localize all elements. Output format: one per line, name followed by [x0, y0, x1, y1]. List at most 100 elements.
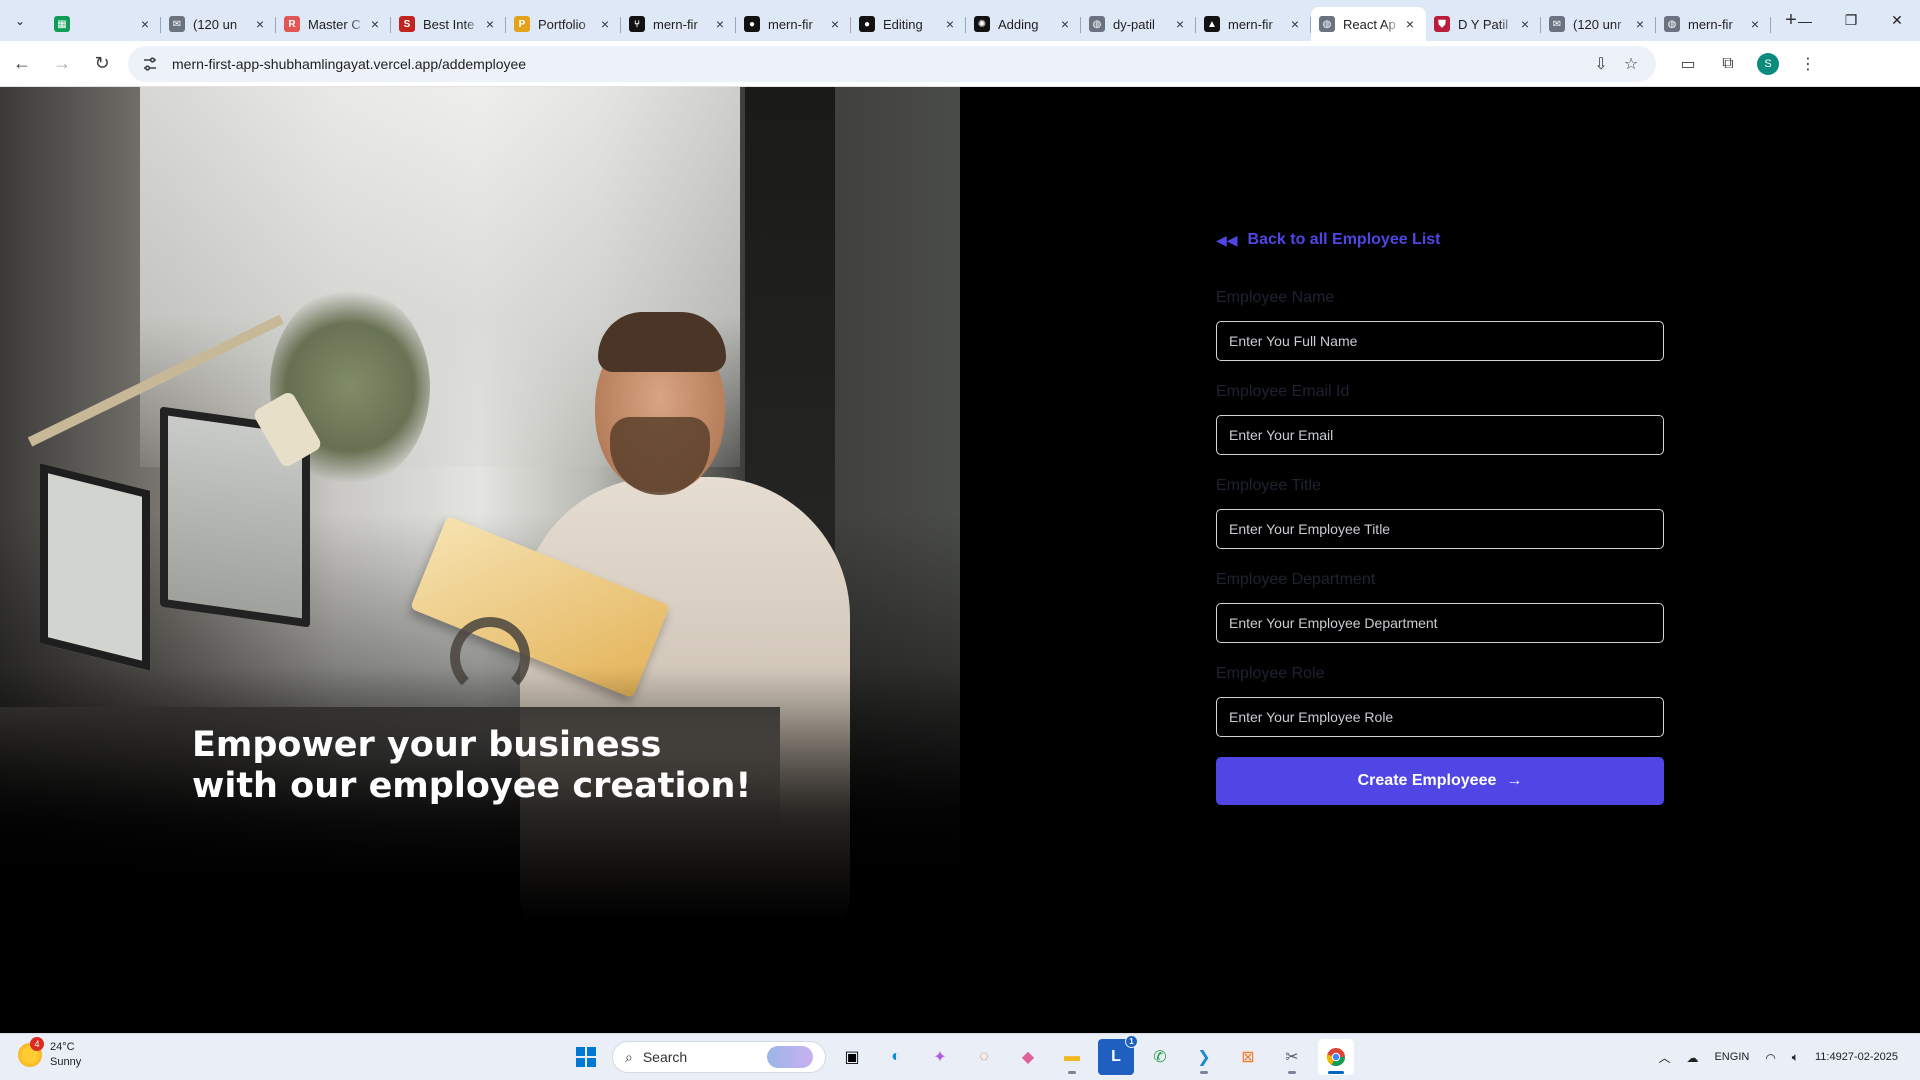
bookmark-star-icon[interactable]: ☆	[1616, 49, 1646, 79]
close-tab-icon[interactable]: ×	[942, 16, 958, 32]
create-employee-button[interactable]: Create Employeee →	[1216, 757, 1664, 805]
xampp-icon[interactable]: ⊠	[1230, 1039, 1266, 1075]
close-tab-icon[interactable]: ×	[1747, 16, 1763, 32]
edge-icon[interactable]: ◐	[878, 1039, 914, 1075]
profile-button[interactable]: S	[1752, 48, 1784, 80]
taskbar-apps: ⌕ Search ▣ ◐ ✦ ◌ ◆ ▬ L 1 ✆ ❯ ⊠ ✂	[568, 1035, 1354, 1075]
browser-tab[interactable]: ⛊ D Y Patil ×	[1426, 7, 1541, 41]
install-app-icon[interactable]: ⇩	[1586, 49, 1616, 79]
extensions-icon[interactable]: ⧉	[1712, 48, 1744, 80]
forward-button[interactable]: →	[44, 46, 80, 82]
close-tab-icon[interactable]: ×	[1057, 16, 1073, 32]
linkedin-learning-icon[interactable]: L 1	[1098, 1035, 1138, 1075]
close-tab-icon[interactable]: ×	[1287, 16, 1303, 32]
whatsapp-icon[interactable]: ✆	[1142, 1039, 1178, 1075]
url-text[interactable]: mern-first-app-shubhamlingayat.vercel.ap…	[172, 56, 1586, 72]
reload-button[interactable]: ↻	[84, 46, 120, 82]
file-explorer-icon[interactable]: ▬	[1054, 1039, 1090, 1075]
close-tab-icon[interactable]: ×	[1402, 16, 1418, 32]
browser-tab[interactable]: R Master C ×	[276, 7, 391, 41]
tab-title: D Y Patil	[1458, 16, 1509, 32]
close-tab-icon[interactable]: ×	[1172, 16, 1188, 32]
close-tab-icon[interactable]: ×	[597, 16, 613, 32]
close-tab-icon[interactable]: ×	[482, 16, 498, 32]
employee-role-input[interactable]	[1216, 697, 1664, 737]
tab-title: (120 un	[193, 16, 238, 32]
browser-tab[interactable]: ✉ (120 unr ×	[1541, 7, 1656, 41]
task-view-icon[interactable]: ▣	[834, 1039, 870, 1075]
browser-tab[interactable]: ● mern-fir ×	[736, 7, 851, 41]
cast-icon[interactable]: ▭	[1672, 48, 1704, 80]
close-tab-icon[interactable]: ×	[137, 16, 153, 32]
onedrive-sync-icon[interactable]: ☁	[1678, 1034, 1706, 1080]
globe-icon: ◍	[1089, 16, 1105, 32]
tab-title: dy-patil	[1113, 16, 1155, 32]
github-icon: ●	[859, 16, 875, 32]
browser-tab[interactable]: ● Editing ×	[851, 7, 966, 41]
weather-widget[interactable]: 4 24°C Sunny	[18, 1037, 82, 1070]
hero-person-hair	[598, 312, 726, 372]
close-tab-icon[interactable]: ×	[827, 16, 843, 32]
hero-image: Empower your business with our employee …	[0, 87, 960, 1033]
clock-time: 11:49	[1815, 1051, 1842, 1063]
employee-email-input[interactable]	[1216, 415, 1664, 455]
back-to-list-link[interactable]: ◀◀ Back to all Employee List	[1216, 231, 1441, 249]
tab-title: Adding	[998, 16, 1039, 32]
browser-tab[interactable]: ◍ mern-fir ×	[1656, 7, 1771, 41]
browser-tab[interactable]: ▦ ×	[46, 7, 161, 41]
employee-role-label: Employee Role	[1216, 665, 1325, 682]
copilot-icon[interactable]: ✦	[922, 1039, 958, 1075]
vscode-icon[interactable]: ❯	[1186, 1039, 1222, 1075]
s-icon: S	[399, 16, 415, 32]
snipping-tool-icon[interactable]: ✂	[1274, 1039, 1310, 1075]
back-link-label: Back to all Employee List	[1247, 231, 1441, 248]
close-tab-icon[interactable]: ×	[712, 16, 728, 32]
search-label: Search	[642, 1049, 688, 1065]
tab-search-button[interactable]: ⌄	[6, 7, 34, 35]
browser-tab[interactable]: ◍ React Ap ×	[1311, 7, 1426, 41]
minimize-button[interactable]: —	[1782, 0, 1828, 41]
more-menu-icon[interactable]: ⋮	[1792, 48, 1824, 80]
start-button[interactable]	[568, 1039, 604, 1075]
site-info-icon[interactable]	[138, 52, 162, 76]
jupyter-icon[interactable]: ◌	[966, 1039, 1002, 1075]
search-highlight-icon	[767, 1046, 813, 1068]
browser-tab[interactable]: S Best Inte ×	[391, 7, 506, 41]
browser-tab[interactable]: ✉ (120 un ×	[161, 7, 276, 41]
close-tab-icon[interactable]: ×	[252, 16, 268, 32]
volume-icon[interactable]: 🔈︎	[1784, 1034, 1807, 1080]
clock-date: 27-02-2025	[1841, 1051, 1898, 1063]
close-tab-icon[interactable]: ×	[367, 16, 383, 32]
employee-department-input[interactable]	[1216, 603, 1664, 643]
address-bar[interactable]: mern-first-app-shubhamlingayat.vercel.ap…	[128, 45, 1656, 82]
browser-tab[interactable]: ✺ Adding ×	[966, 7, 1081, 41]
close-tab-icon[interactable]: ×	[1517, 16, 1533, 32]
back-button[interactable]: ←	[4, 46, 40, 82]
restore-button[interactable]: ❐	[1828, 0, 1874, 41]
tab-title: Portfolio	[538, 16, 586, 32]
employee-title-input[interactable]	[1216, 509, 1664, 549]
chrome-icon[interactable]	[1318, 1039, 1354, 1075]
globe-icon: ◍	[1319, 16, 1335, 32]
browser-tab[interactable]: ▲ mern-fir ×	[1196, 7, 1311, 41]
weather-badge: 4	[30, 1037, 44, 1051]
sheets-icon: ▦	[54, 16, 70, 32]
portfolio-icon: P	[514, 16, 530, 32]
browser-tab[interactable]: ⑂ mern-fir ×	[621, 7, 736, 41]
language-indicator[interactable]: ENG IN	[1706, 1034, 1757, 1080]
employee-name-input[interactable]	[1216, 321, 1664, 361]
double-chevron-left-icon: ◀◀	[1216, 231, 1238, 248]
clock[interactable]: 11:49 27-02-2025	[1807, 1034, 1920, 1080]
weather-temp: 24°C	[50, 1041, 75, 1053]
employee-email-label: Employee Email Id	[1216, 383, 1350, 400]
taskbar-search[interactable]: ⌕ Search	[612, 1041, 826, 1073]
weather-desc: Sunny	[50, 1056, 82, 1068]
close-window-button[interactable]: ✕	[1874, 0, 1920, 41]
show-hidden-icons-chevron-icon[interactable]: ︿	[1650, 1034, 1678, 1080]
browser-tab[interactable]: P Portfolio ×	[506, 7, 621, 41]
wifi-icon[interactable]: ◠	[1757, 1034, 1783, 1080]
browser-tab[interactable]: ◍ dy-patil ×	[1081, 7, 1196, 41]
close-tab-icon[interactable]: ×	[1632, 16, 1648, 32]
photos-icon[interactable]: ◆	[1010, 1039, 1046, 1075]
tab-title: mern-fir	[653, 16, 698, 32]
